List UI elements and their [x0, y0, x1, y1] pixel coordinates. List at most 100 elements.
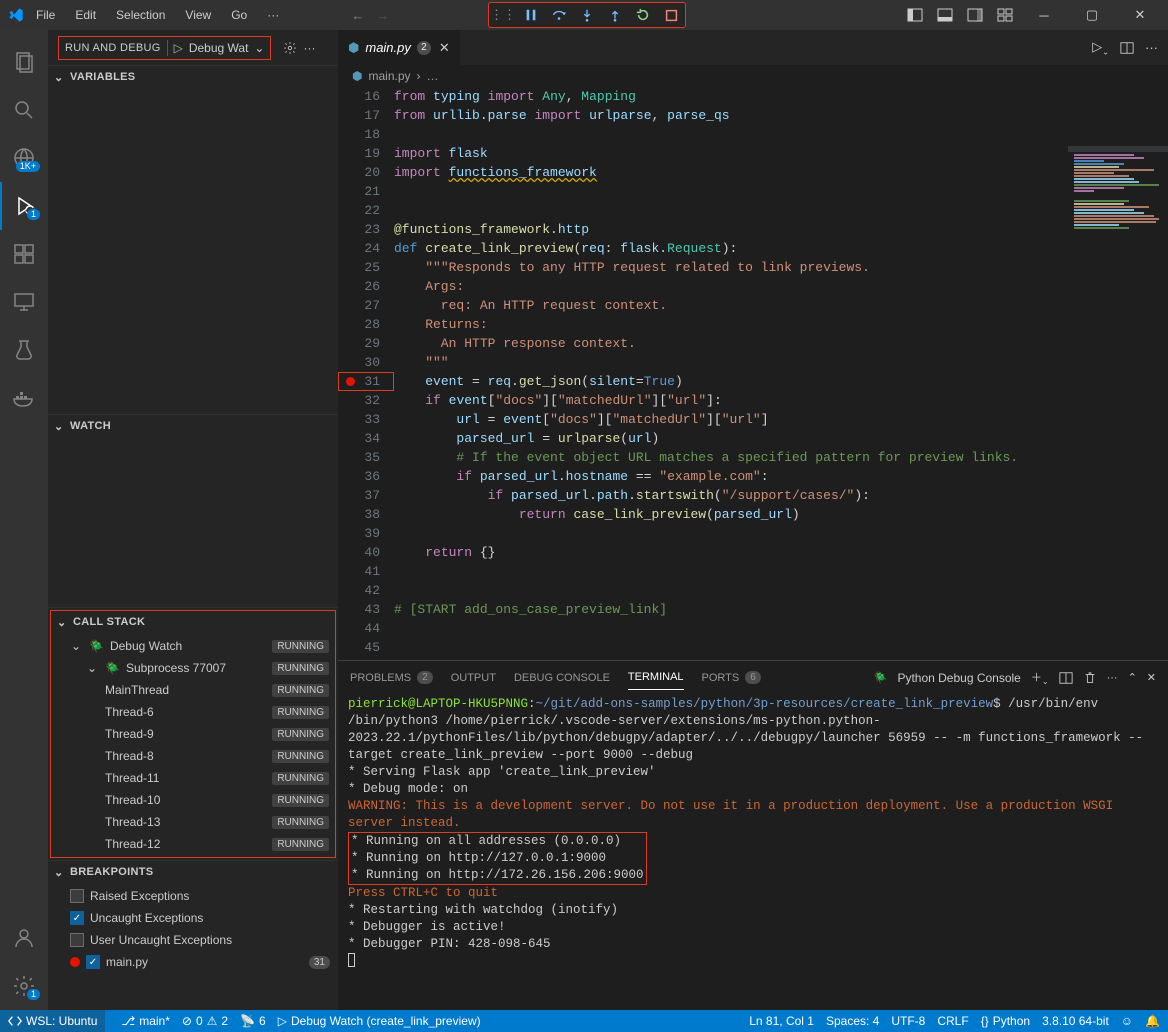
step-over-icon[interactable]: [551, 7, 567, 23]
add-terminal-icon[interactable]: ＋⌄: [1031, 669, 1049, 686]
callstack-label: CALL STACK: [73, 616, 145, 628]
callstack-header[interactable]: ⌄ CALL STACK: [51, 611, 335, 633]
breakpoint-dot-icon[interactable]: [346, 377, 355, 386]
callstack-thread[interactable]: Thread-6RUNNING: [51, 701, 335, 723]
checkbox[interactable]: [70, 889, 84, 903]
menu-edit[interactable]: Edit: [67, 4, 104, 26]
status-lang[interactable]: {}Python: [981, 1014, 1030, 1028]
gear-icon[interactable]: [283, 41, 297, 55]
breakpoint-item[interactable]: User Uncaught Exceptions: [48, 929, 338, 951]
menu-go[interactable]: Go: [223, 4, 255, 26]
maximize-button[interactable]: ▢: [1072, 0, 1112, 30]
callstack-thread[interactable]: Thread-11RUNNING: [51, 767, 335, 789]
nav-back-icon[interactable]: ←: [351, 8, 364, 23]
tab-output[interactable]: OUTPUT: [451, 666, 496, 690]
step-into-icon[interactable]: [579, 7, 595, 23]
activity-extensions[interactable]: [0, 230, 48, 278]
pause-icon[interactable]: [523, 7, 539, 23]
minimize-button[interactable]: ─: [1024, 0, 1064, 30]
restart-icon[interactable]: [635, 7, 651, 23]
code-editor[interactable]: 1617181920212223242526272829303132333435…: [338, 87, 1168, 660]
activity-debug[interactable]: 1: [0, 182, 48, 230]
more-icon[interactable]: ···: [303, 41, 315, 55]
activity-settings[interactable]: 1: [0, 962, 48, 1010]
status-spaces[interactable]: Spaces: 4: [826, 1014, 879, 1028]
terminal[interactable]: pierrick@LAPTOP-HKU5PNNG:~/git/add-ons-s…: [338, 694, 1168, 1010]
watch-header[interactable]: ⌄ WATCH: [48, 415, 338, 437]
checkbox[interactable]: ✓: [86, 955, 100, 969]
start-debug-icon[interactable]: ▷: [174, 41, 183, 55]
debug-toolbar[interactable]: ⋮⋮: [488, 2, 686, 28]
nav-fwd-icon[interactable]: →: [376, 8, 389, 23]
menu-selection[interactable]: Selection: [108, 4, 173, 26]
breadcrumb[interactable]: ⬢ main.py › …: [338, 65, 1168, 87]
drag-handle-icon[interactable]: ⋮⋮: [495, 7, 511, 23]
callstack-thread[interactable]: Thread-10RUNNING: [51, 789, 335, 811]
callstack-session[interactable]: ⌄ 🪲 Debug Watch RUNNING: [51, 635, 335, 657]
more-icon[interactable]: ···: [1107, 672, 1118, 684]
callstack-thread[interactable]: Thread-13RUNNING: [51, 811, 335, 833]
debug-config-name[interactable]: Debug Wat: [189, 41, 249, 55]
status-ln-col[interactable]: Ln 81, Col 1: [749, 1014, 814, 1028]
callstack-thread[interactable]: Thread-12RUNNING: [51, 833, 335, 855]
breakpoint-item[interactable]: ✓Uncaught Exceptions: [48, 907, 338, 929]
activity-search[interactable]: [0, 86, 48, 134]
breadcrumb-file[interactable]: main.py: [368, 69, 410, 83]
breakpoint-file[interactable]: ✓main.py31: [48, 951, 338, 973]
status-ports[interactable]: 📡6: [240, 1014, 266, 1028]
split-terminal-icon[interactable]: [1059, 671, 1073, 685]
breakpoints-header[interactable]: ⌄ BREAKPOINTS: [48, 861, 338, 883]
status-eol[interactable]: CRLF: [937, 1014, 968, 1028]
tab-ports[interactable]: PORTS6: [702, 665, 761, 690]
step-out-icon[interactable]: [607, 7, 623, 23]
tab-problems[interactable]: PROBLEMS2: [350, 665, 433, 690]
layout-custom-icon[interactable]: [994, 4, 1016, 26]
layout-secondary-icon[interactable]: [964, 4, 986, 26]
checkbox[interactable]: ✓: [70, 911, 84, 925]
status-feedback[interactable]: ☺: [1121, 1014, 1133, 1028]
status-errors[interactable]: ⊘0 ⚠2: [182, 1014, 228, 1028]
maximize-panel-icon[interactable]: ⌃: [1128, 671, 1137, 684]
close-panel-icon[interactable]: ✕: [1147, 671, 1156, 684]
tab-terminal[interactable]: TERMINAL: [628, 665, 684, 690]
close-button[interactable]: ✕: [1120, 0, 1160, 30]
activity-remote-explorer[interactable]: [0, 278, 48, 326]
callstack-thread[interactable]: Thread-9RUNNING: [51, 723, 335, 745]
trash-icon[interactable]: [1083, 671, 1097, 685]
run-debug-config[interactable]: RUN AND DEBUG ▷ Debug Wat ⌄: [58, 36, 271, 60]
breadcrumb-more[interactable]: …: [427, 69, 439, 83]
status-encoding[interactable]: UTF-8: [891, 1014, 925, 1028]
console-selector[interactable]: Python Debug Console: [897, 671, 1020, 685]
checkbox[interactable]: [70, 933, 84, 947]
run-icon[interactable]: ▷⌄: [1092, 39, 1109, 57]
activity-docker[interactable]: [0, 374, 48, 422]
status-debug[interactable]: ▷Debug Watch (create_link_preview): [278, 1014, 481, 1028]
callstack-thread[interactable]: MainThreadRUNNING: [51, 679, 335, 701]
status-remote[interactable]: WSL: Ubuntu: [0, 1010, 105, 1032]
split-icon[interactable]: [1119, 41, 1135, 55]
status-bell[interactable]: 🔔: [1145, 1014, 1160, 1028]
status-python-version[interactable]: 3.8.10 64-bit: [1042, 1014, 1109, 1028]
chevron-down-icon[interactable]: ⌄: [254, 41, 264, 55]
more-icon[interactable]: ···: [1145, 40, 1158, 55]
minimap[interactable]: [1068, 144, 1168, 660]
variables-header[interactable]: ⌄ VARIABLES: [48, 66, 338, 88]
layout-bottom-icon[interactable]: [934, 4, 956, 26]
callstack-subprocess[interactable]: ⌄ 🪲 Subprocess 77007 RUNNING: [51, 657, 335, 679]
close-icon[interactable]: ✕: [439, 40, 450, 56]
layout-primary-icon[interactable]: [904, 4, 926, 26]
activity-testing[interactable]: [0, 326, 48, 374]
menu-more[interactable]: ···: [259, 4, 287, 26]
menu-view[interactable]: View: [177, 4, 219, 26]
status-branch[interactable]: ⎇main*: [121, 1014, 170, 1028]
stop-icon[interactable]: [663, 7, 679, 23]
menu-file[interactable]: File: [28, 4, 63, 26]
activity-accounts[interactable]: [0, 914, 48, 962]
tab-main-py[interactable]: ⬢ main.py 2 ✕: [338, 30, 461, 65]
activity-explorer[interactable]: [0, 38, 48, 86]
tab-debug-console[interactable]: DEBUG CONSOLE: [514, 666, 610, 690]
panel: PROBLEMS2 OUTPUT DEBUG CONSOLE TERMINAL …: [338, 660, 1168, 1010]
callstack-thread[interactable]: Thread-8RUNNING: [51, 745, 335, 767]
breakpoint-item[interactable]: Raised Exceptions: [48, 885, 338, 907]
activity-remote[interactable]: 1K+: [0, 134, 48, 182]
